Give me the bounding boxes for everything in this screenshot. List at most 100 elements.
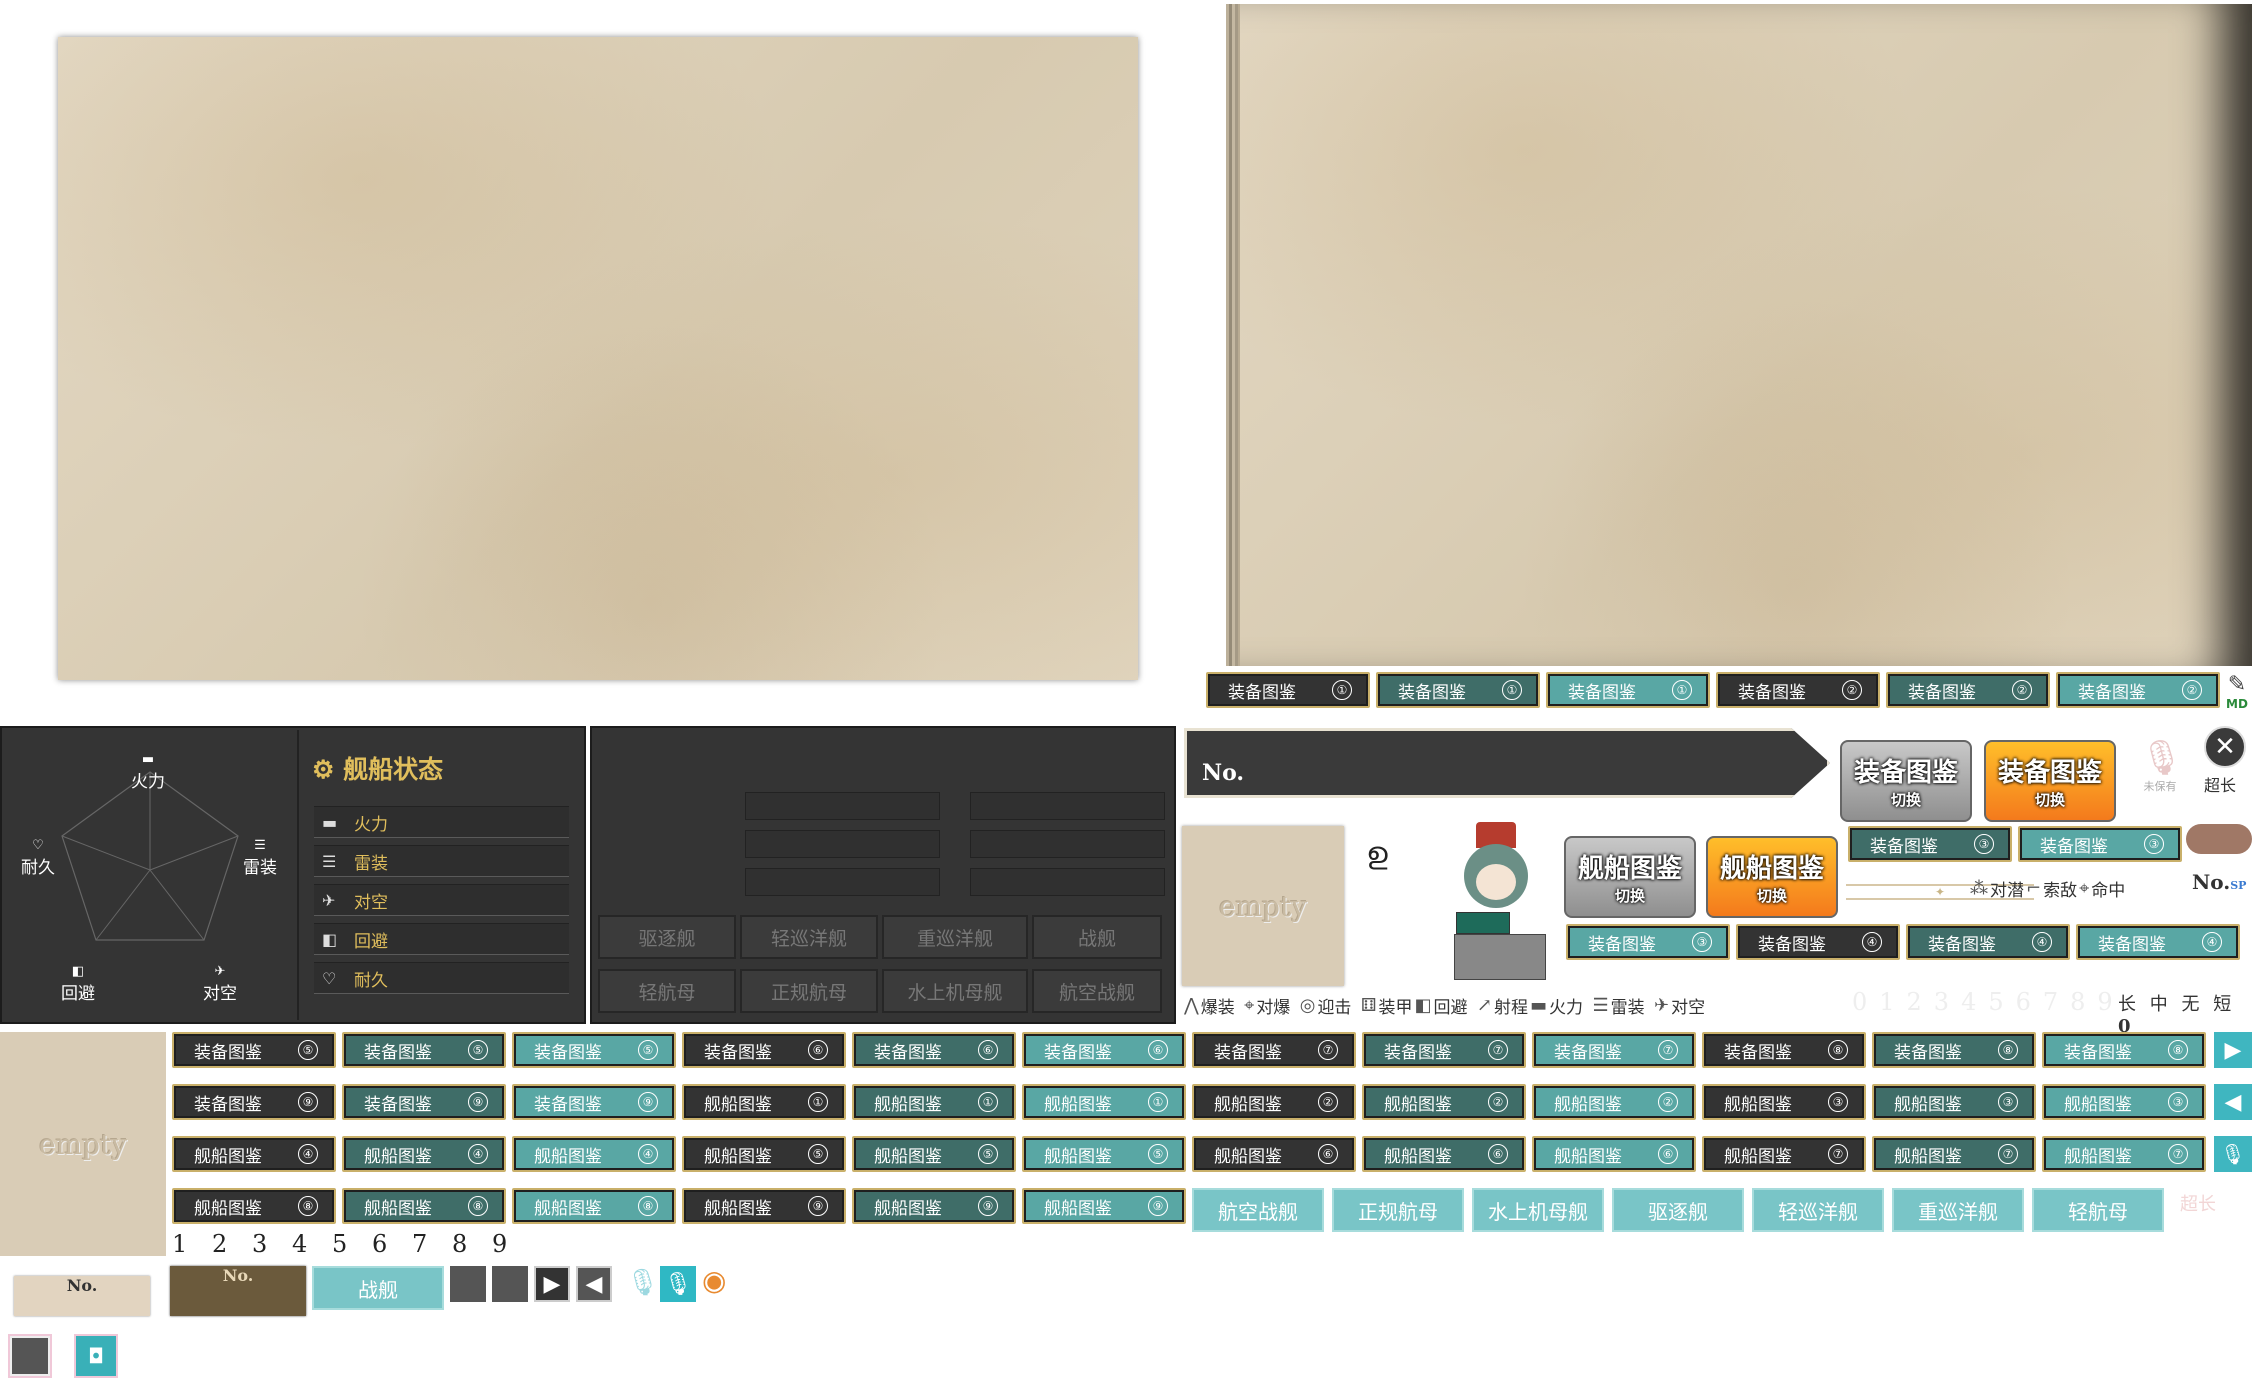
- page-number[interactable]: 7: [412, 1230, 427, 1258]
- page-number[interactable]: 9: [492, 1230, 507, 1258]
- type-cell[interactable]: 水上机母舰: [882, 969, 1028, 1013]
- catalog-button[interactable]: 舰船图鉴 ⑨: [682, 1188, 846, 1224]
- catalog-button[interactable]: 舰船图鉴 ⑥: [1532, 1136, 1696, 1172]
- back-arrow-icon[interactable]: ◀: [576, 1266, 612, 1302]
- catalog-button[interactable]: 舰船图鉴 ⑤: [682, 1136, 846, 1172]
- ship-type-tab[interactable]: 水上机母舰: [1472, 1188, 1604, 1232]
- catalog-button[interactable]: 装备图鉴 ④: [1906, 924, 2070, 960]
- catalog-button[interactable]: 装备图鉴 ②: [1716, 672, 1880, 708]
- play-arrow-icon[interactable]: ▶: [534, 1266, 570, 1302]
- catalog-button-label: 舰船图鉴: [194, 1198, 262, 1219]
- pill-slider[interactable]: [2186, 824, 2252, 854]
- catalog-button[interactable]: 装备图鉴 ⑨: [512, 1084, 676, 1120]
- page-number[interactable]: 6: [372, 1230, 387, 1258]
- catalog-button[interactable]: 舰船图鉴 ⑥: [1362, 1136, 1526, 1172]
- page-number[interactable]: 1: [172, 1230, 187, 1258]
- camera-icon[interactable]: ◘: [76, 1336, 116, 1376]
- type-cell[interactable]: 正规航母: [740, 969, 878, 1013]
- catalog-button[interactable]: 装备图鉴 ③: [1848, 826, 2012, 862]
- catalog-button[interactable]: 舰船图鉴 ①: [682, 1084, 846, 1120]
- catalog-button[interactable]: 装备图鉴 ⑥: [1022, 1032, 1186, 1068]
- ship-type-tab[interactable]: 轻航母: [2032, 1188, 2164, 1232]
- catalog-button[interactable]: 舰船图鉴 ⑤: [852, 1136, 1016, 1172]
- catalog-button[interactable]: 装备图鉴 ⑤: [172, 1032, 336, 1068]
- catalog-button[interactable]: 舰船图鉴 ⑤: [1022, 1136, 1186, 1172]
- catalog-button[interactable]: 装备图鉴 ①: [1376, 672, 1540, 708]
- catalog-button[interactable]: 装备图鉴 ⑨: [172, 1084, 336, 1120]
- type-cell[interactable]: 战舰: [1032, 915, 1162, 959]
- radar-label-torpedo: ☰ 雷装: [243, 838, 277, 878]
- catalog-button[interactable]: 装备图鉴 ⑥: [682, 1032, 846, 1068]
- catalog-button[interactable]: 舰船图鉴 ⑧: [342, 1188, 506, 1224]
- gray-square-button[interactable]: [450, 1266, 486, 1302]
- catalog-button-label: 装备图鉴: [2064, 1042, 2132, 1063]
- catalog-button[interactable]: 舰船图鉴 ④: [342, 1136, 506, 1172]
- catalog-button[interactable]: 舰船图鉴 ③: [2042, 1084, 2206, 1120]
- type-cell[interactable]: 航空战舰: [1032, 969, 1162, 1013]
- ship-type-tab[interactable]: 航空战舰: [1192, 1188, 1324, 1232]
- catalog-button[interactable]: 舰船图鉴 ③: [1702, 1084, 1866, 1120]
- catalog-button[interactable]: 舰船图鉴 ②: [1532, 1084, 1696, 1120]
- ship-type-tab[interactable]: 重巡洋舰: [1892, 1188, 2024, 1232]
- ship-type-tab[interactable]: 驱逐舰: [1612, 1188, 1744, 1232]
- catalog-button[interactable]: 舰船图鉴 ⑧: [512, 1188, 676, 1224]
- ship-switch-button-gray[interactable]: 舰船图鉴 切换: [1564, 836, 1696, 918]
- equip-switch-button-gray[interactable]: 装备图鉴 切换: [1840, 740, 1972, 822]
- catalog-button[interactable]: 舰船图鉴 ⑦: [1702, 1136, 1866, 1172]
- page-number[interactable]: 4: [292, 1230, 307, 1258]
- catalog-button[interactable]: 装备图鉴 ⑤: [342, 1032, 506, 1068]
- catalog-button[interactable]: 装备图鉴 ③: [1566, 924, 1730, 960]
- catalog-button[interactable]: 舰船图鉴 ⑦: [2042, 1136, 2206, 1172]
- page-number[interactable]: 3: [252, 1230, 267, 1258]
- catalog-button[interactable]: 舰船图鉴 ①: [1022, 1084, 1186, 1120]
- catalog-button[interactable]: 装备图鉴 ②: [2056, 672, 2220, 708]
- page-number[interactable]: 2: [212, 1230, 227, 1258]
- battleship-tag[interactable]: 战舰: [312, 1266, 444, 1310]
- catalog-button[interactable]: 装备图鉴 ⑦: [1192, 1032, 1356, 1068]
- catalog-button[interactable]: 装备图鉴 ⑦: [1532, 1032, 1696, 1068]
- catalog-button[interactable]: 舰船图鉴 ④: [512, 1136, 676, 1172]
- catalog-button[interactable]: 舰船图鉴 ②: [1362, 1084, 1526, 1120]
- ship-type-tab[interactable]: 轻巡洋舰: [1752, 1188, 1884, 1232]
- catalog-button[interactable]: 装备图鉴 ①: [1546, 672, 1710, 708]
- catalog-button[interactable]: 舰船图鉴 ⑧: [172, 1188, 336, 1224]
- dark-square-button[interactable]: [10, 1336, 50, 1376]
- catalog-button[interactable]: 舰船图鉴 ⑥: [1192, 1136, 1356, 1172]
- catalog-button[interactable]: 装备图鉴 ①: [1206, 672, 1370, 708]
- catalog-button[interactable]: 舰船图鉴 ④: [172, 1136, 336, 1172]
- catalog-button[interactable]: 舰船图鉴 ①: [852, 1084, 1016, 1120]
- catalog-button[interactable]: 装备图鉴 ⑦: [1362, 1032, 1526, 1068]
- ship-switch-button-active[interactable]: 舰船图鉴 切换: [1706, 836, 1838, 918]
- gray-square-button-2[interactable]: [492, 1266, 528, 1302]
- catalog-button[interactable]: 舰船图鉴 ⑨: [1022, 1188, 1186, 1224]
- catalog-button[interactable]: 装备图鉴 ④: [1736, 924, 1900, 960]
- type-cell[interactable]: 驱逐舰: [598, 915, 736, 959]
- type-cell[interactable]: 轻巡洋舰: [740, 915, 878, 959]
- catalog-button[interactable]: 舰船图鉴 ②: [1192, 1084, 1356, 1120]
- catalog-button[interactable]: 装备图鉴 ⑥: [852, 1032, 1016, 1068]
- catalog-button[interactable]: 舰船图鉴 ⑨: [852, 1188, 1016, 1224]
- catalog-button[interactable]: 装备图鉴 ⑧: [1702, 1032, 1866, 1068]
- catalog-button-number: ⑥: [1148, 1040, 1168, 1060]
- prev-arrow-button[interactable]: ◀: [2214, 1084, 2252, 1120]
- catalog-button[interactable]: 装备图鉴 ⑨: [342, 1084, 506, 1120]
- catalog-button-number: ⑦: [2168, 1144, 2188, 1164]
- equip-switch-button-active[interactable]: 装备图鉴 切换: [1984, 740, 2116, 822]
- type-cell[interactable]: 轻航母: [598, 969, 736, 1013]
- type-cell[interactable]: 重巡洋舰: [882, 915, 1028, 959]
- catalog-button[interactable]: 舰船图鉴 ⑦: [1872, 1136, 2036, 1172]
- catalog-button[interactable]: 装备图鉴 ⑧: [2042, 1032, 2206, 1068]
- page-number[interactable]: 5: [332, 1230, 347, 1258]
- page-number[interactable]: 8: [452, 1230, 467, 1258]
- catalog-button[interactable]: 装备图鉴 ⑧: [1872, 1032, 2036, 1068]
- next-arrow-button[interactable]: ▶: [2214, 1032, 2252, 1068]
- mic-button[interactable]: 🎙: [2214, 1136, 2252, 1172]
- catalog-button[interactable]: 装备图鉴 ④: [2076, 924, 2240, 960]
- close-icon[interactable]: ✕: [2204, 726, 2246, 768]
- catalog-button[interactable]: 装备图鉴 ②: [1886, 672, 2050, 708]
- catalog-button[interactable]: 装备图鉴 ⑤: [512, 1032, 676, 1068]
- ship-type-tab[interactable]: 正规航母: [1332, 1188, 1464, 1232]
- mic-icon-active[interactable]: 🎙: [660, 1266, 696, 1302]
- catalog-button[interactable]: 装备图鉴 ③: [2018, 826, 2182, 862]
- catalog-button[interactable]: 舰船图鉴 ③: [1872, 1084, 2036, 1120]
